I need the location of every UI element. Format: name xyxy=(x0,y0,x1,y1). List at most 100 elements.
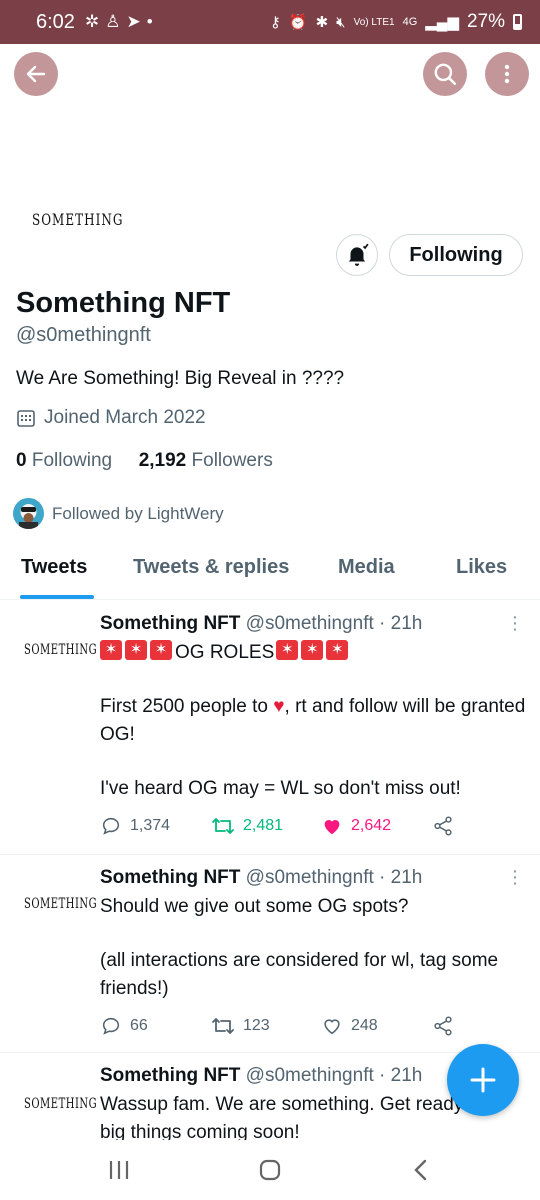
network-type: 4G xyxy=(402,16,418,28)
tweet-item[interactable]: SOMETHING Something NFT @s0methingnft · … xyxy=(0,601,540,855)
siren-emoji xyxy=(125,640,147,660)
alarm-icon: ⏰ xyxy=(288,14,308,31)
like-count: 2,642 xyxy=(351,817,392,834)
tweet-line: Should we give out some OG spots? xyxy=(100,896,409,917)
tweet-more-icon[interactable]: ⋮ xyxy=(506,867,524,888)
tweet-avatar[interactable]: SOMETHING xyxy=(24,897,97,912)
tweet-actions: 66 123 248 xyxy=(100,1015,454,1037)
retweet-button[interactable]: 123 xyxy=(211,1015,321,1037)
gear-icon: ✲ xyxy=(84,12,106,31)
tweet-more-icon[interactable]: ⋮ xyxy=(506,613,524,634)
tweet-author-meta: @s0methingnft · 21h xyxy=(245,867,423,888)
active-tab-indicator xyxy=(20,595,94,599)
like-button[interactable]: 2,642 xyxy=(321,815,432,837)
back-button[interactable] xyxy=(14,52,58,96)
battery-level: 27% xyxy=(466,11,505,32)
more-options-button[interactable] xyxy=(485,52,529,96)
search-icon xyxy=(434,63,457,86)
siren-emoji xyxy=(100,640,122,660)
tab-likes[interactable]: Likes xyxy=(456,556,507,579)
followers-count: 2,192 xyxy=(138,450,187,471)
status-bar: 6:02 ✲♙➤• ⚷ ⏰ ✱ 🔇︎ Vo) LTE1 4G ▂▄▆ 27% xyxy=(0,0,540,44)
tweet-actions: 1,374 2,481 2,642 xyxy=(100,815,454,837)
signal-text: Vo) LTE1 xyxy=(353,16,395,28)
tab-tweets[interactable]: Tweets xyxy=(21,556,87,579)
heart-filled-icon xyxy=(324,820,340,835)
notifications-bell-button[interactable] xyxy=(336,234,378,276)
bell-check-icon xyxy=(348,243,369,266)
bluetooth-icon: ✱ xyxy=(315,14,329,31)
recents-icon xyxy=(109,1161,129,1179)
tweet-author-name[interactable]: Something NFT xyxy=(100,1065,240,1086)
compose-tweet-button[interactable] xyxy=(447,1044,519,1116)
tweet-line: First 2500 people to xyxy=(100,696,268,717)
tweet-text: Should we give out some OG spots? (all i… xyxy=(100,893,530,1029)
retweet-icon xyxy=(212,1018,234,1034)
back-nav-button[interactable] xyxy=(401,1152,441,1188)
reply-icon xyxy=(102,817,120,835)
siren-emoji xyxy=(150,640,172,660)
home-icon xyxy=(259,1159,281,1181)
like-count: 248 xyxy=(351,1017,378,1034)
follower-avatar xyxy=(13,498,44,529)
key-icon: ⚷ xyxy=(269,14,281,31)
tweet-avatar[interactable]: SOMETHING xyxy=(24,643,97,658)
tweet-text: OG ROLES First 2500 people to ♥, rt and … xyxy=(100,639,530,829)
notification-icons: ✲♙➤• xyxy=(85,12,159,32)
profile-tabs: Tweets Tweets & replies Media Likes xyxy=(0,540,540,600)
tab-tweets-replies[interactable]: Tweets & replies xyxy=(133,556,289,579)
tweet-line: I've heard OG may = WL so don't miss out… xyxy=(100,778,461,799)
followers-stat[interactable]: 2,192 Followers xyxy=(139,450,273,471)
tab-media[interactable]: Media xyxy=(338,556,395,579)
system-indicators: ⚷ ⏰ ✱ 🔇︎ Vo) LTE1 4G ▂▄▆ 27% xyxy=(270,11,522,33)
reply-button[interactable]: 66 xyxy=(100,1015,211,1037)
mute-icon: 🔇︎ xyxy=(336,13,346,31)
recent-apps-button[interactable] xyxy=(99,1152,139,1188)
reply-icon xyxy=(102,1017,120,1035)
profile-bio: We Are Something! Big Reveal in ???? xyxy=(16,368,345,389)
share-button[interactable] xyxy=(432,815,454,837)
like-button[interactable]: 248 xyxy=(321,1015,432,1037)
profile-name: Something NFT xyxy=(16,287,231,319)
tweet-header: Something NFT @s0methingnft · 21h xyxy=(100,613,422,635)
joined-date: Joined March 2022 xyxy=(16,407,206,429)
system-nav-bar xyxy=(0,1140,540,1200)
following-count: 0 xyxy=(16,450,27,471)
tweet-author-name[interactable]: Something NFT xyxy=(100,867,240,888)
signal-icon: ▂▄▆ xyxy=(425,14,459,31)
heart-emoji: ♥ xyxy=(273,696,285,717)
retweet-count: 123 xyxy=(243,1017,270,1034)
tweet-line: (all interactions are considered for wl,… xyxy=(100,950,499,999)
tweet-item[interactable]: SOMETHING Something NFT @s0methingnft · … xyxy=(0,855,540,1053)
following-stat[interactable]: 0 Following xyxy=(16,450,112,471)
siren-emoji xyxy=(301,640,324,660)
retweet-count: 2,481 xyxy=(243,817,284,834)
retweet-button[interactable]: 2,481 xyxy=(211,815,321,837)
arrow-left-icon xyxy=(26,65,46,83)
chevron-left-icon xyxy=(414,1159,427,1181)
joined-text: Joined March 2022 xyxy=(44,407,206,428)
search-button[interactable] xyxy=(423,52,467,96)
following-button[interactable]: Following xyxy=(389,234,523,276)
tweet-avatar[interactable]: SOMETHING xyxy=(24,1097,97,1112)
home-button[interactable] xyxy=(250,1152,290,1188)
followed-by[interactable]: Followed by LightWery xyxy=(13,498,224,529)
more-vertical-icon xyxy=(504,64,510,84)
tweet-author-meta: @s0methingnft · 21h xyxy=(245,613,423,634)
followers-label: Followers xyxy=(191,450,273,471)
profile-avatar-logo[interactable]: SOMETHING xyxy=(32,210,123,229)
person-icon: ♙ xyxy=(105,12,127,31)
reply-button[interactable]: 1,374 xyxy=(100,815,211,837)
share-button[interactable] xyxy=(432,1015,454,1037)
reply-count: 1,374 xyxy=(130,817,171,834)
calendar-icon xyxy=(17,410,35,427)
plus-icon xyxy=(470,1067,496,1093)
share-icon xyxy=(434,816,452,836)
tweet-author-name[interactable]: Something NFT xyxy=(100,613,240,634)
dot-icon: • xyxy=(146,12,159,31)
followed-by-text: Followed by LightWery xyxy=(52,503,224,523)
send-icon: ➤ xyxy=(126,12,147,31)
tweet-header: Something NFT @s0methingnft · 21h xyxy=(100,1065,422,1087)
reply-count: 66 xyxy=(130,1017,148,1034)
battery-icon xyxy=(513,14,522,30)
